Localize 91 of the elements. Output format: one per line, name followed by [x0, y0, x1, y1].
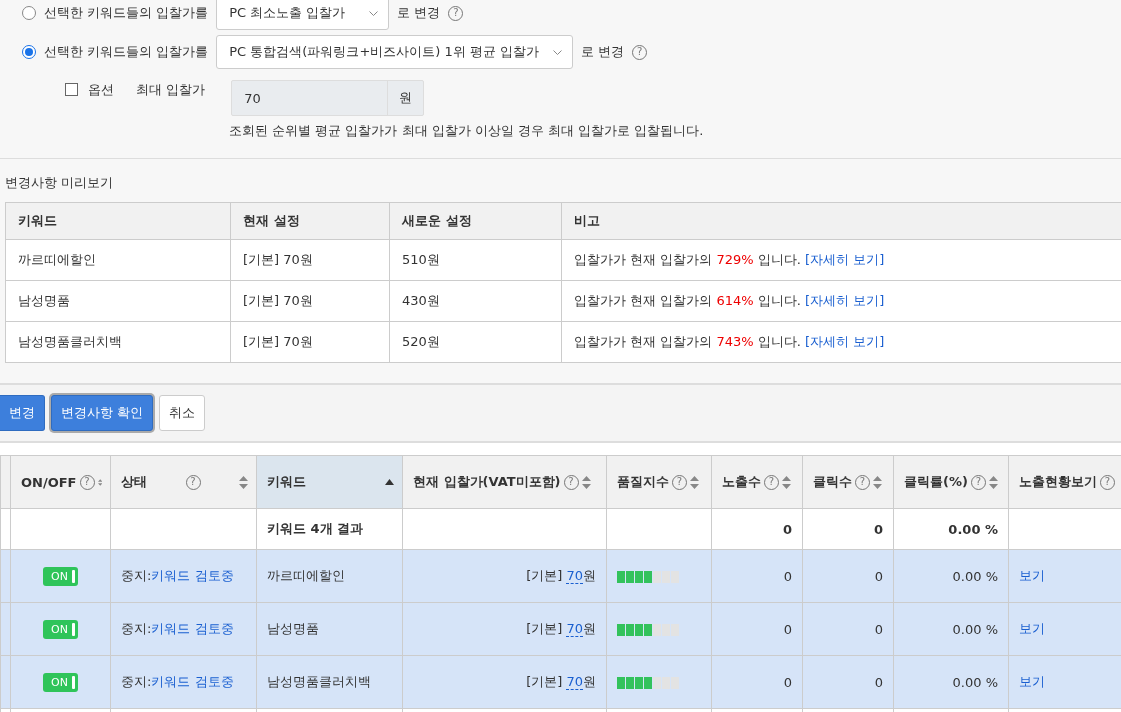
table-cell: 0	[711, 602, 803, 656]
option-label: 선택한 키워드들의 입찰가를	[44, 43, 209, 61]
column-label: 클릭률(%)	[904, 473, 968, 491]
table-cell: 0	[802, 549, 894, 603]
column-header[interactable]: 현재 입찰가(VAT미포함) ?	[402, 455, 607, 509]
column-label: 클릭수	[813, 473, 852, 491]
bid-text: [기본] 70원	[402, 602, 607, 656]
table-cell: [기본] 70원	[230, 239, 390, 281]
details-link[interactable]: [자세히 보기]	[805, 334, 885, 349]
table-cell: 남성명품	[5, 280, 231, 322]
sort-icon[interactable]	[690, 475, 699, 489]
status-text: 중지:키워드 검토중	[110, 549, 257, 603]
summary-cell: 0	[802, 508, 894, 550]
table-cell: 0	[802, 602, 894, 656]
table-cell: [기본] 70원	[230, 321, 390, 363]
action-button[interactable]: 변경사항 확인	[51, 395, 154, 431]
action-button[interactable]: 변경	[0, 395, 45, 431]
table-cell: 남성명품클러치백	[5, 321, 231, 363]
bid-text: [기본] 70원	[402, 655, 607, 709]
radio-button[interactable]	[22, 6, 36, 20]
details-link[interactable]: [자세히 보기]	[805, 293, 885, 308]
sort-icon[interactable]	[782, 475, 791, 489]
column-label: 노출수	[722, 473, 761, 491]
bid-link[interactable]: 70	[566, 621, 583, 637]
view-link[interactable]: 보기	[1019, 568, 1045, 583]
max-bid-note: 조회된 순위별 평균 입찰가가 최대 입찰가 이상일 경우 최대 입찰가로 입찰됩니다.	[228, 122, 705, 140]
column-header[interactable]: 노출수 ?	[711, 455, 803, 509]
column-header[interactable]: 품질지수 ?	[606, 455, 712, 509]
table-cell: 0	[802, 655, 894, 709]
action-button[interactable]: 취소	[159, 395, 206, 431]
bid-text: [기본] 70원	[402, 549, 607, 603]
column-label: 상태	[121, 473, 147, 491]
chevron-down-icon	[369, 10, 379, 16]
column-header[interactable]: 클릭률(%) ?	[893, 455, 1009, 509]
column-header: 현재 설정	[230, 202, 390, 240]
suffix-label: 로 변경	[581, 43, 625, 61]
table-cell: 520원	[389, 321, 562, 363]
summary-cell: 0	[711, 508, 803, 550]
checkbox[interactable]	[65, 83, 78, 96]
option-label: 선택한 키워드들의 입찰가를	[44, 4, 209, 22]
table-cell: 0.00 %	[893, 602, 1009, 656]
column-header[interactable]: 상태 ?	[110, 455, 257, 509]
status-link[interactable]: 키워드 검토중	[151, 568, 234, 583]
sort-ascending-icon[interactable]	[385, 479, 394, 485]
table-cell: 510원	[389, 239, 562, 281]
summary-cell: 0.00 %	[893, 508, 1009, 550]
chevron-down-icon	[553, 49, 563, 55]
column-header[interactable]: 키워드	[256, 455, 403, 509]
column-label: 현재 입찰가(VAT미포함)	[413, 473, 561, 491]
sort-icon[interactable]	[581, 475, 591, 489]
column-label: 키워드	[267, 473, 306, 491]
max-bid-field[interactable]: 70 원	[231, 80, 425, 116]
column-header[interactable]: 노출현황보기 ?	[1008, 455, 1121, 509]
column-header: 비고	[561, 202, 1121, 240]
column-header: 새로운 설정	[389, 202, 562, 240]
checkbox-label: 옵션	[88, 81, 114, 99]
table-cell: 남성명품클러치백	[256, 655, 403, 709]
column-header[interactable]: ON/OFF ?	[10, 455, 111, 509]
summary-cell: 키워드 4개 결과	[256, 508, 403, 550]
sort-icon[interactable]	[239, 475, 248, 489]
suffix-label: 로 변경	[397, 4, 441, 22]
table-cell: [기본] 70원	[230, 280, 390, 322]
sort-icon[interactable]	[873, 475, 882, 489]
table-cell: 0	[711, 549, 803, 603]
status-link[interactable]: 키워드 검토중	[151, 621, 234, 636]
column-label: ON/OFF	[21, 474, 77, 490]
max-bid-label: 최대 입찰가	[136, 81, 206, 99]
sort-icon[interactable]	[988, 475, 998, 489]
details-link[interactable]: [자세히 보기]	[805, 252, 885, 267]
table-cell: 0.00 %	[893, 655, 1009, 709]
bid-type-select[interactable]: PC 최소노출 입찰가	[216, 0, 390, 30]
table-cell: 0.00 %	[893, 549, 1009, 603]
table-cell: 까르띠에할인	[256, 549, 403, 603]
view-link[interactable]: 보기	[1019, 621, 1045, 636]
bid-link[interactable]: 70	[566, 674, 583, 690]
bid-link[interactable]: 70	[566, 568, 583, 584]
view-link[interactable]: 보기	[1019, 674, 1045, 689]
status-text: 중지:키워드 검토중	[110, 602, 257, 656]
table-cell: 0	[711, 655, 803, 709]
bid-type-select[interactable]: PC 통합검색(파워링크+비즈사이트) 1위 평균 입찰가	[216, 35, 574, 69]
unit-label: 원	[387, 81, 424, 115]
column-label: 품질지수	[617, 473, 669, 491]
table-cell: 까르띠에할인	[5, 239, 231, 281]
table-cell: 남성명품	[256, 602, 403, 656]
status-link[interactable]: 키워드 검토중	[151, 674, 234, 689]
table-cell: 430원	[389, 280, 562, 322]
column-header: 키워드	[5, 202, 231, 240]
column-label: 노출현황보기	[1019, 473, 1097, 491]
radio-button[interactable]	[22, 45, 36, 59]
column-header[interactable]: 클릭수 ?	[802, 455, 894, 509]
status-text: 중지:키워드 검토중	[110, 655, 257, 709]
